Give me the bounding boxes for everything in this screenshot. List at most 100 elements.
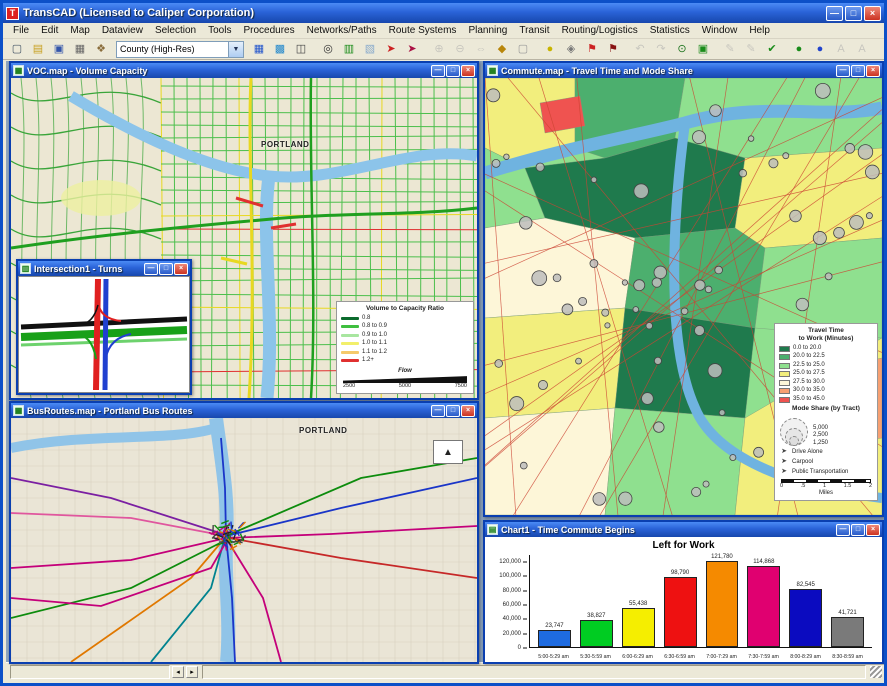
busroutes-titlebar[interactable]: ▦ BusRoutes.map - Portland Bus Routes — …	[11, 403, 477, 418]
voc-minimize-button[interactable]: —	[431, 64, 445, 77]
busroutes-map-window[interactable]: ▦ BusRoutes.map - Portland Bus Routes — …	[9, 401, 479, 664]
pushpin-icon[interactable]: ❖	[91, 40, 111, 58]
menu-file[interactable]: File	[7, 24, 35, 37]
busroutes-map-canvas[interactable]	[11, 418, 477, 662]
bar[interactable]	[663, 577, 697, 647]
x-tick-label: 8:00-8:29 am	[790, 654, 821, 660]
status-scroll-right-button[interactable]: ▸	[186, 665, 198, 678]
fill-style-icon[interactable]: ◆	[492, 40, 512, 58]
mode-legend-entry: ➤ Carpool	[779, 458, 873, 467]
commute-maximize-button[interactable]: □	[851, 64, 865, 77]
theme-icon[interactable]: ●	[540, 40, 560, 58]
bar-column[interactable]: 38,827	[579, 555, 613, 647]
legend-line-swatch	[341, 350, 359, 354]
voc-close-button[interactable]: ×	[461, 64, 475, 77]
commute-titlebar[interactable]: ▦ Commute.map - Travel Time and Mode Sha…	[485, 63, 882, 78]
tile-windows-icon[interactable]: ◫	[291, 40, 311, 58]
select-pointer-icon[interactable]: ➤	[381, 40, 401, 58]
busroutes-close-button[interactable]: ×	[461, 404, 475, 417]
commute-close-button[interactable]: ×	[866, 64, 880, 77]
info-icon[interactable]: ◈	[561, 40, 581, 58]
menu-transit[interactable]: Transit	[513, 24, 555, 37]
bar-column[interactable]: 82,545	[789, 555, 823, 647]
drive-alone-ball-icon[interactable]: ●	[789, 40, 809, 58]
menu-tools[interactable]: Tools	[202, 24, 237, 37]
open-folder-icon[interactable]: ▤	[28, 40, 48, 58]
commute-map-window[interactable]: ▦ Commute.map - Travel Time and Mode Sha…	[483, 61, 884, 517]
intersection-maximize-button[interactable]: □	[159, 262, 173, 275]
find-icon[interactable]: ◎	[318, 40, 338, 58]
bar[interactable]	[705, 560, 739, 647]
geo-tools-icon[interactable]: ⊙	[672, 40, 692, 58]
voc-maximize-button[interactable]: □	[446, 64, 460, 77]
select-by-shape-icon[interactable]: ➤	[402, 40, 422, 58]
map-scale-dropdown[interactable]: County (High-Res) ▼	[116, 40, 244, 58]
menu-route-systems[interactable]: Route Systems	[383, 24, 463, 37]
chart-plot-area[interactable]: 23,747 38,827 55,438 98,790 121,780 114,868 82…	[529, 554, 872, 648]
bar-column[interactable]: 55,438	[621, 555, 655, 647]
bar[interactable]	[831, 617, 864, 647]
bar-column[interactable]: 41,721	[831, 555, 864, 647]
menu-selection[interactable]: Selection	[149, 24, 202, 37]
bar-column[interactable]: 98,790	[663, 555, 697, 647]
edit-line-icon: ✎	[725, 43, 735, 55]
print-icon[interactable]: ▦	[70, 40, 90, 58]
chart-window[interactable]: ▤ Chart1 - Time Commute Begins — □ × Lef…	[483, 520, 884, 664]
mode-share-size-circles	[779, 416, 809, 447]
busroutes-minimize-button[interactable]: —	[431, 404, 445, 417]
bar[interactable]	[579, 619, 613, 647]
menu-bar: File Edit Map Dataview Selection Tools Procedu…	[3, 23, 884, 39]
menu-map[interactable]: Map	[64, 24, 95, 37]
titlebar[interactable]: T TransCAD (Licensed to Caliper Corporat…	[3, 3, 884, 23]
turns-diagram-canvas[interactable]	[19, 277, 189, 392]
chart-minimize-button[interactable]: —	[836, 523, 850, 536]
scale-tick-label: 1.5	[843, 482, 852, 489]
chart-titlebar[interactable]: ▤ Chart1 - Time Commute Begins — □ ×	[485, 522, 882, 537]
menu-planning[interactable]: Planning	[462, 24, 513, 37]
menu-help[interactable]: Help	[743, 24, 776, 37]
label-style-icon[interactable]: ▢	[513, 40, 533, 58]
confirm-edit-icon[interactable]: ✔	[762, 40, 782, 58]
commute-legend: Travel Time to Work (Minutes) 0.0 to 20.…	[774, 322, 878, 501]
map-legend-icon[interactable]: ▥	[339, 40, 359, 58]
new-file-icon[interactable]: ▢	[7, 40, 27, 58]
bar-column[interactable]: 23,747	[538, 555, 571, 647]
bar[interactable]	[789, 588, 823, 647]
maximize-button[interactable]: □	[845, 5, 862, 21]
transit-ball-icon[interactable]: ●	[810, 40, 830, 58]
route-flag-start-icon[interactable]: ⚑	[582, 40, 602, 58]
busroutes-maximize-button[interactable]: □	[446, 404, 460, 417]
network-icon[interactable]: ▣	[693, 40, 713, 58]
bar[interactable]	[747, 565, 781, 647]
legend-entry-label: 27.5 to 30.0	[793, 378, 825, 385]
map-window-icon[interactable]: ▩	[270, 40, 290, 58]
menu-window[interactable]: Window	[696, 24, 744, 37]
layers-icon[interactable]: ▧	[360, 40, 380, 58]
bar[interactable]	[621, 607, 655, 647]
dataview-table-icon[interactable]: ▦	[249, 40, 269, 58]
bar-column[interactable]: 114,868	[747, 555, 781, 647]
intersection-window[interactable]: ▥ Intersection1 - Turns — □ ×	[16, 259, 192, 395]
menu-networks-paths[interactable]: Networks/Paths	[301, 24, 383, 37]
close-button[interactable]: ×	[864, 5, 881, 21]
intersection-minimize-button[interactable]: —	[144, 262, 158, 275]
status-scroll-left-button[interactable]: ◂	[172, 665, 184, 678]
resize-grip[interactable]	[870, 666, 882, 678]
bar[interactable]	[538, 630, 571, 647]
menu-dataview[interactable]: Dataview	[96, 24, 149, 37]
voc-titlebar[interactable]: ▦ VOC.map - Volume Capacity — □ ×	[11, 63, 477, 78]
intersection-titlebar[interactable]: ▥ Intersection1 - Turns — □ ×	[18, 261, 190, 276]
menu-statistics[interactable]: Statistics	[644, 24, 696, 37]
minimize-button[interactable]: —	[826, 5, 843, 21]
commute-minimize-button[interactable]: —	[836, 64, 850, 77]
chart-maximize-button[interactable]: □	[851, 523, 865, 536]
menu-procedures[interactable]: Procedures	[237, 24, 300, 37]
menu-routing-logistics[interactable]: Routing/Logistics	[556, 24, 644, 37]
intersection-close-button[interactable]: ×	[174, 262, 188, 275]
route-flag-end-icon[interactable]: ⚑	[603, 40, 623, 58]
menu-edit[interactable]: Edit	[35, 24, 64, 37]
chart-close-button[interactable]: ×	[866, 523, 880, 536]
chevron-down-icon[interactable]: ▼	[228, 41, 243, 57]
bar-column[interactable]: 121,780	[705, 554, 739, 647]
save-icon[interactable]: ▣	[49, 40, 69, 58]
